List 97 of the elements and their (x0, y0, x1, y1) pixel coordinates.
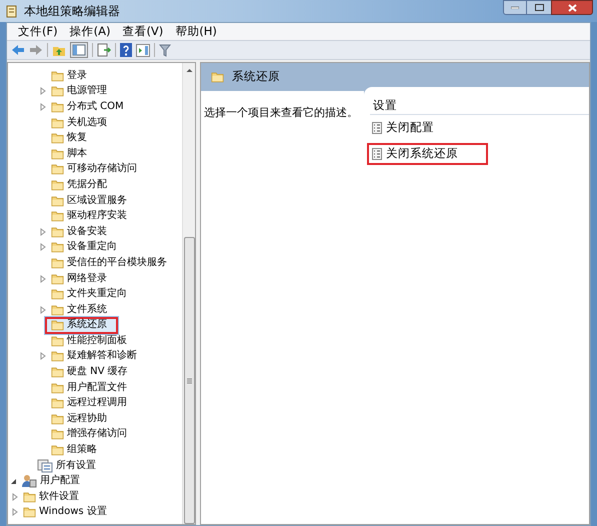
folder-icon (51, 210, 64, 222)
close-button[interactable] (551, 0, 593, 15)
setting-item[interactable]: 关闭系统还原 (367, 143, 488, 165)
scrollbar[interactable] (182, 63, 195, 524)
tree-item[interactable]: 可移动存储访问 (48, 162, 140, 177)
window-title: 本地组策略编辑器 (24, 3, 120, 20)
tree-item[interactable]: 驱动程序安装 (48, 208, 130, 224)
details-title: 系统还原 (232, 68, 280, 86)
expand-arrow-icon[interactable] (12, 508, 18, 516)
folder-icon (51, 444, 64, 456)
tree-item[interactable]: 凭据分配 (48, 177, 110, 192)
tree-item[interactable]: 组策略 (48, 442, 100, 458)
tree-item[interactable]: 文件系统 (48, 302, 110, 318)
folder-icon (51, 256, 64, 269)
expand-arrow-icon[interactable] (12, 492, 18, 501)
tree-item[interactable]: Windows 设置 (20, 504, 110, 520)
folder-icon (51, 194, 64, 207)
tree-item[interactable]: 设备安装 (48, 224, 110, 240)
expand-arrow-icon[interactable] (40, 274, 46, 283)
menu-item[interactable]: 帮助(H) (170, 26, 222, 38)
folder-icon (51, 334, 64, 347)
folder-icon (51, 85, 64, 98)
tree-item[interactable]: 电源管理 (48, 84, 110, 99)
policy-setting-icon (372, 148, 382, 160)
users-icon (21, 474, 37, 488)
folder-icon (51, 319, 64, 332)
tree-item[interactable]: 用户配置文件 (48, 380, 130, 396)
tree-item[interactable]: 用户配置 (18, 474, 83, 489)
folder-icon (23, 490, 36, 503)
setting-item[interactable]: 关闭配置 (370, 120, 438, 136)
app-icon (6, 4, 18, 18)
settings-list-icon (37, 458, 53, 473)
folder-icon (51, 148, 64, 160)
maximize-button[interactable] (527, 0, 551, 15)
column-header[interactable]: 设置 (370, 97, 589, 115)
action-pane-icon[interactable] (136, 44, 150, 56)
folder-icon (51, 116, 64, 129)
minimize-icon (511, 6, 519, 9)
tree-item[interactable]: 软件设置 (20, 489, 82, 504)
grip-icon (186, 378, 192, 384)
tree-item[interactable]: 远程过程调用 (48, 396, 130, 411)
export-list-icon[interactable] (97, 43, 111, 57)
expand-arrow-icon[interactable] (40, 102, 46, 111)
folder-icon (51, 272, 64, 285)
expand-arrow-icon[interactable] (40, 228, 46, 236)
folder-icon (51, 100, 64, 113)
tree-item[interactable]: 系统还原 (44, 316, 119, 335)
tree-item[interactable]: 分布式 COM (48, 99, 127, 114)
tree-item[interactable]: 恢复 (48, 130, 90, 146)
close-icon (568, 4, 576, 12)
folder-icon (51, 350, 64, 362)
description-text: 选择一个项目来查看它的描述。 (204, 106, 358, 119)
folder-icon (51, 241, 64, 254)
menu-item[interactable]: 文件(F) (13, 26, 63, 38)
folder-icon (51, 70, 64, 82)
folder-icon (211, 71, 224, 83)
folder-icon (51, 382, 64, 394)
folder-icon (51, 304, 64, 316)
folder-icon (23, 506, 36, 518)
folder-icon (51, 288, 64, 300)
folder-icon (51, 366, 64, 378)
folder-icon (51, 412, 64, 425)
folder-icon (51, 178, 64, 191)
filter-icon[interactable] (159, 44, 171, 56)
tree-item[interactable]: 登录 (48, 68, 90, 84)
tree-item[interactable]: 疑难解答和诊断 (48, 348, 140, 364)
expand-arrow-icon[interactable] (40, 352, 46, 360)
tree-item[interactable]: 远程协助 (48, 411, 110, 426)
folder-icon (51, 132, 64, 144)
expand-arrow-icon[interactable] (40, 306, 46, 314)
expanded-arrow-icon[interactable] (10, 478, 16, 485)
tree-pane-icon[interactable] (70, 42, 88, 58)
folder-icon (51, 428, 64, 440)
tree-item[interactable]: 文件夹重定向 (48, 286, 130, 302)
expand-arrow-icon[interactable] (40, 243, 46, 252)
tree-item[interactable]: 硬盘 NV 缓存 (48, 364, 131, 380)
folder-icon (51, 397, 64, 410)
tree-item[interactable]: 所有设置 (34, 458, 99, 474)
tree-item[interactable]: 性能控制面板 (48, 333, 130, 348)
maximize-icon (534, 4, 544, 11)
tree-item[interactable]: 设备重定向 (48, 240, 120, 255)
expand-arrow-icon[interactable] (40, 87, 46, 96)
tree-item[interactable]: 关机选项 (48, 115, 110, 130)
menu-item[interactable]: 操作(A) (64, 26, 116, 38)
tree-item[interactable]: 区域设置服务 (48, 193, 130, 208)
tree-item[interactable]: 脚本 (48, 146, 90, 162)
tree-item[interactable]: 网络登录 (48, 271, 110, 286)
tree-item[interactable]: 增强存储访问 (48, 426, 130, 442)
forward-arrow-icon[interactable] (29, 44, 43, 56)
folder-icon (51, 163, 64, 176)
folder-icon (51, 226, 64, 238)
policy-setting-icon (372, 122, 382, 134)
help-icon[interactable] (120, 43, 132, 57)
menu-item[interactable]: 查看(V) (117, 26, 168, 38)
scrollbar-thumb[interactable] (184, 237, 194, 524)
tree-item[interactable]: 受信任的平台模块服务 (48, 255, 170, 270)
back-arrow-icon[interactable] (11, 44, 25, 56)
